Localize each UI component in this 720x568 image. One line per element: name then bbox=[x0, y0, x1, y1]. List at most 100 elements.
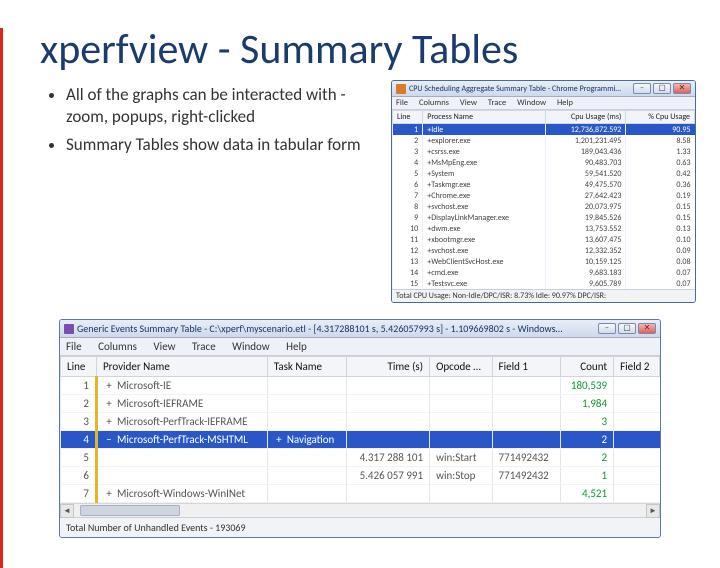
cell-field2 bbox=[614, 431, 660, 449]
cell-cpu-usage: 90,483.703 bbox=[545, 157, 626, 168]
expand-icon[interactable]: + bbox=[104, 487, 114, 500]
table-row[interactable]: 10+dwm.exe13,753.5520.13 bbox=[393, 223, 695, 234]
table-row[interactable]: 13+WebClientSvcHost.exe10,159.1250.08 bbox=[393, 256, 695, 267]
menu-item[interactable]: View bbox=[460, 98, 477, 108]
cell-line: 2 bbox=[61, 395, 97, 413]
menu-item[interactable]: File bbox=[396, 98, 408, 108]
col-provider[interactable]: Provider Name bbox=[97, 357, 268, 377]
menu-item[interactable]: Trace bbox=[192, 340, 216, 353]
menu-item[interactable]: Help bbox=[557, 98, 573, 108]
expand-icon[interactable]: + bbox=[427, 125, 431, 135]
col-task[interactable]: Task Name bbox=[267, 357, 347, 377]
col-cpu-usage[interactable]: Cpu Usage (ms) bbox=[545, 111, 626, 124]
table-row[interactable]: 2+explorer.exe1,201,231.4958.58 bbox=[393, 135, 695, 146]
maximize-button[interactable]: ▢ bbox=[618, 323, 636, 334]
table-row[interactable]: 3+Microsoft-PerfTrack-IEFRAME3 bbox=[61, 413, 660, 431]
expand-icon[interactable]: + bbox=[427, 191, 431, 201]
close-button[interactable]: ✕ bbox=[673, 83, 691, 94]
cell-line: 4 bbox=[61, 431, 97, 449]
cell-process: +dwm.exe bbox=[423, 223, 546, 234]
table-row[interactable]: 7+Chrome.exe27,642.4230.19 bbox=[393, 190, 695, 201]
table-row[interactable]: 15+Testsvc.exe9,605.7890.07 bbox=[393, 278, 695, 289]
cell-cpu-usage: 59,541.520 bbox=[545, 168, 626, 179]
expand-icon[interactable]: + bbox=[104, 379, 114, 392]
table-row[interactable]: 3+csrss.exe189,043.4361.33 bbox=[393, 146, 695, 157]
menu-item[interactable]: View bbox=[153, 340, 175, 353]
table-row[interactable]: 9+DisplayLinkManager.exe19,845.5260.15 bbox=[393, 212, 695, 223]
close-button[interactable]: ✕ bbox=[638, 323, 656, 334]
menu-item[interactable]: File bbox=[66, 340, 82, 353]
table-row[interactable]: 4−Microsoft-PerfTrack-MSHTML+Navigation2 bbox=[61, 431, 660, 449]
cpu-summary-table[interactable]: Line Process Name Cpu Usage (ms) % Cpu U… bbox=[392, 110, 695, 289]
expand-icon[interactable]: + bbox=[274, 433, 284, 446]
menu-item[interactable]: Window bbox=[517, 98, 546, 108]
accent-bar bbox=[0, 28, 3, 568]
menubar[interactable]: File Columns View Trace Window Help bbox=[392, 97, 695, 110]
table-row[interactable]: 1+Microsoft-IE180,539 bbox=[61, 377, 660, 395]
menu-item[interactable]: Columns bbox=[419, 98, 449, 108]
cell-cpu-usage: 12,736,872.592 bbox=[545, 124, 626, 136]
menu-item[interactable]: Window bbox=[232, 340, 270, 353]
scroll-left-button[interactable]: ◄ bbox=[60, 504, 74, 518]
cell-time bbox=[347, 431, 430, 449]
table-row[interactable]: 7+Microsoft-Windows-WinINet4,521 bbox=[61, 485, 660, 503]
table-row[interactable]: 5+System59,541.5200.42 bbox=[393, 168, 695, 179]
scroll-thumb[interactable] bbox=[80, 505, 180, 516]
minimize-button[interactable]: – bbox=[633, 83, 651, 94]
table-row[interactable]: 4+MsMpEng.exe90,483.7030.63 bbox=[393, 157, 695, 168]
events-summary-table[interactable]: Line Provider Name Task Name Time (s) Op… bbox=[60, 356, 660, 503]
table-row[interactable]: 54.317 288 101win:Start7714924322 bbox=[61, 449, 660, 467]
table-row[interactable]: 65.426 057 991win:Stop7714924321 bbox=[61, 467, 660, 485]
table-row[interactable]: 12+svchost.exe12,332.3520.09 bbox=[393, 245, 695, 256]
expand-icon[interactable]: + bbox=[427, 202, 431, 212]
cell-provider: +Microsoft-IE bbox=[97, 377, 268, 395]
app-icon bbox=[396, 84, 406, 94]
menu-item[interactable]: Trace bbox=[488, 98, 506, 108]
table-row[interactable]: 8+svchost.exe20,073.9750.15 bbox=[393, 201, 695, 212]
table-row[interactable]: 14+cmd.exe9,683.1830.07 bbox=[393, 267, 695, 278]
table-row[interactable]: 1+Idle12,736,872.59290.95 bbox=[393, 124, 695, 136]
expand-icon[interactable]: + bbox=[427, 257, 431, 267]
cell-field1 bbox=[492, 431, 560, 449]
col-process[interactable]: Process Name bbox=[423, 111, 546, 124]
expand-icon[interactable]: + bbox=[427, 136, 431, 146]
expand-icon[interactable]: + bbox=[427, 235, 431, 245]
minimize-button[interactable]: – bbox=[598, 323, 616, 334]
expand-icon[interactable]: + bbox=[104, 415, 114, 428]
expand-icon[interactable]: + bbox=[427, 246, 431, 256]
cell-task bbox=[267, 377, 347, 395]
maximize-button[interactable]: ▢ bbox=[653, 83, 671, 94]
expand-icon[interactable]: + bbox=[427, 268, 431, 278]
cell-line: 5 bbox=[61, 449, 97, 467]
menu-item[interactable]: Help bbox=[286, 340, 307, 353]
col-count[interactable]: Count bbox=[560, 357, 613, 377]
expand-icon[interactable]: + bbox=[427, 169, 431, 179]
expand-icon[interactable]: + bbox=[427, 180, 431, 190]
expand-icon[interactable]: + bbox=[427, 279, 431, 289]
cell-task bbox=[267, 467, 347, 485]
expand-icon[interactable]: + bbox=[427, 147, 431, 157]
col-time[interactable]: Time (s) bbox=[347, 357, 430, 377]
scroll-right-button[interactable]: ► bbox=[646, 504, 660, 518]
expand-icon[interactable]: + bbox=[427, 158, 431, 168]
col-line[interactable]: Line bbox=[393, 111, 423, 124]
horizontal-scrollbar[interactable]: ◄ ► bbox=[60, 503, 660, 517]
expand-icon[interactable]: − bbox=[104, 433, 114, 446]
cell-line: 1 bbox=[393, 124, 423, 136]
col-opcode[interactable]: Opcode … bbox=[430, 357, 492, 377]
table-row[interactable]: 11+xbootmgr.exe13,607.4750.10 bbox=[393, 234, 695, 245]
col-field2[interactable]: Field 2 bbox=[614, 357, 660, 377]
window-titlebar[interactable]: CPU Scheduling Aggregate Summary Table -… bbox=[392, 81, 695, 97]
table-row[interactable]: 6+Taskmgr.exe49,475.5700.36 bbox=[393, 179, 695, 190]
col-line[interactable]: Line bbox=[61, 357, 97, 377]
window-titlebar[interactable]: Generic Events Summary Table - C:\xperf\… bbox=[60, 320, 660, 338]
expand-icon[interactable]: + bbox=[427, 224, 431, 234]
cell-count: 3 bbox=[560, 413, 613, 431]
expand-icon[interactable]: + bbox=[104, 397, 114, 410]
menu-item[interactable]: Columns bbox=[98, 340, 137, 353]
expand-icon[interactable]: + bbox=[427, 213, 431, 223]
menubar[interactable]: File Columns View Trace Window Help bbox=[60, 338, 660, 356]
col-field1[interactable]: Field 1 bbox=[492, 357, 560, 377]
col-pct-cpu[interactable]: % Cpu Usage bbox=[626, 111, 695, 124]
table-row[interactable]: 2+Microsoft-IEFRAME1,984 bbox=[61, 395, 660, 413]
